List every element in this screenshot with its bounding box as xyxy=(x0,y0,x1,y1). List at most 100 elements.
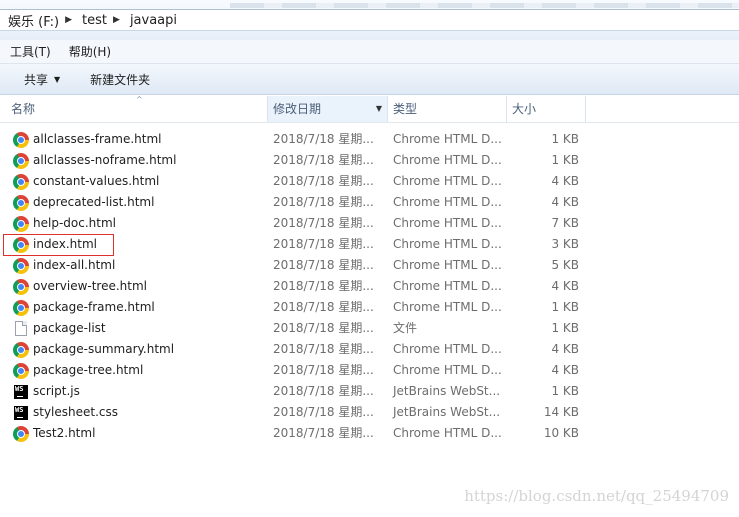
table-row[interactable]: package-tree.html 2018/7/18 星期... Chrome H… xyxy=(0,360,739,381)
file-size: 4 KB xyxy=(551,342,579,356)
address-bar: 娱乐 (F:) ▶ test ▶ javaapi xyxy=(0,0,739,40)
file-date: 2018/7/18 星期... xyxy=(273,237,374,251)
file-date: 2018/7/18 星期... xyxy=(273,258,374,272)
column-header-type-label: 类型 xyxy=(393,102,418,116)
file-type: Chrome HTML D... xyxy=(393,237,502,251)
breadcrumb-javaapi[interactable]: javaapi xyxy=(122,13,181,28)
column-header-date[interactable]: 修改日期 ▼ xyxy=(267,96,388,122)
column-header-size-label: 大小 xyxy=(512,102,537,116)
chrome-icon xyxy=(13,342,29,358)
table-row[interactable]: constant-values.html 2018/7/18 星期... Chrom… xyxy=(0,171,739,192)
file-name: constant-values.html xyxy=(33,174,160,188)
file-date: 2018/7/18 星期... xyxy=(273,279,374,293)
file-date: 2018/7/18 星期... xyxy=(273,342,374,356)
file-name: package-frame.html xyxy=(33,300,155,314)
breadcrumb[interactable]: 娱乐 (F:) ▶ test ▶ javaapi xyxy=(0,9,739,31)
file-type: Chrome HTML D... xyxy=(393,216,502,230)
menu-tools[interactable]: 工具(T) xyxy=(0,43,59,60)
chrome-icon xyxy=(13,300,29,316)
table-row[interactable]: Test2.html 2018/7/18 星期... Chrome HTML D..… xyxy=(0,423,739,444)
file-date: 2018/7/18 星期... xyxy=(273,153,374,167)
file-name: help-doc.html xyxy=(33,216,116,230)
file-name: allclasses-noframe.html xyxy=(33,153,177,167)
chrome-icon xyxy=(13,426,29,442)
table-row[interactable]: package-summary.html 2018/7/18 星期... Chrom… xyxy=(0,339,739,360)
file-size: 5 KB xyxy=(551,258,579,272)
file-name: allclasses-frame.html xyxy=(33,132,162,146)
table-row[interactable]: WS stylesheet.css 2018/7/18 星期... JetBrains… xyxy=(0,402,739,423)
chevron-right-icon[interactable]: ▶ xyxy=(111,15,122,25)
table-row[interactable]: overview-tree.html 2018/7/18 星期... Chrome … xyxy=(0,276,739,297)
share-button[interactable]: 共享 ▼ xyxy=(0,71,74,88)
file-date: 2018/7/18 星期... xyxy=(273,195,374,209)
file-size: 1 KB xyxy=(551,384,579,398)
breadcrumb-test[interactable]: test xyxy=(74,13,111,28)
file-date: 2018/7/18 星期... xyxy=(273,405,374,419)
breadcrumb-drive[interactable]: 娱乐 (F:) xyxy=(0,11,63,30)
share-label: 共享 xyxy=(24,72,49,87)
file-name: package-tree.html xyxy=(33,363,144,377)
menu-bar: 工具(T) 帮助(H) xyxy=(0,40,739,64)
file-type: Chrome HTML D... xyxy=(393,195,502,209)
file-name: stylesheet.css xyxy=(33,405,119,419)
file-name: index.html xyxy=(33,237,97,251)
file-size: 7 KB xyxy=(551,216,579,230)
column-headers: ^ 名称 修改日期 ▼ 类型 大小 xyxy=(0,95,739,123)
chrome-icon xyxy=(13,279,29,295)
file-type: Chrome HTML D... xyxy=(393,258,502,272)
file-size: 1 KB xyxy=(551,321,579,335)
file-size: 14 KB xyxy=(543,405,579,419)
file-size: 1 KB xyxy=(551,153,579,167)
table-row[interactable]: WS script.js 2018/7/18 星期... JetBrains WebS… xyxy=(0,381,739,402)
menu-help[interactable]: 帮助(H) xyxy=(59,43,119,60)
file-type: Chrome HTML D... xyxy=(393,132,502,146)
chrome-icon xyxy=(13,174,29,190)
table-row[interactable]: index.html 2018/7/18 星期... Chrome HTML D..… xyxy=(0,234,739,256)
new-folder-button[interactable]: 新建文件夹 xyxy=(74,71,164,88)
file-size: 1 KB xyxy=(551,300,579,314)
file-type: 文件 xyxy=(393,321,418,335)
file-name: index-all.html xyxy=(33,258,116,272)
table-row[interactable]: allclasses-frame.html 2018/7/18 星期... Chro… xyxy=(0,129,739,150)
column-header-name-label: 名称 xyxy=(11,102,36,116)
file-name: Test2.html xyxy=(33,426,96,440)
blurred-background-strip xyxy=(230,3,739,8)
chrome-icon xyxy=(13,195,29,211)
file-size: 3 KB xyxy=(551,237,579,251)
chrome-icon xyxy=(13,237,29,253)
new-folder-label: 新建文件夹 xyxy=(90,72,151,87)
dropdown-arrow-icon[interactable]: ▼ xyxy=(376,96,382,122)
column-header-date-label: 修改日期 xyxy=(273,102,322,116)
table-row[interactable]: package-list 2018/7/18 星期... 文件 1 KB xyxy=(0,318,739,339)
chrome-icon xyxy=(13,258,29,274)
table-row[interactable]: deprecated-list.html 2018/7/18 星期... Chrom… xyxy=(0,192,739,213)
chrome-icon xyxy=(13,216,29,232)
chevron-right-icon[interactable]: ▶ xyxy=(63,15,74,25)
file-date: 2018/7/18 星期... xyxy=(273,321,374,335)
chrome-icon xyxy=(13,153,29,169)
toolbar: 共享 ▼ 新建文件夹 xyxy=(0,64,739,95)
file-date: 2018/7/18 星期... xyxy=(273,132,374,146)
file-date: 2018/7/18 星期... xyxy=(273,426,374,440)
watermark: https://blog.csdn.net/qq_25494709 xyxy=(464,487,729,505)
file-date: 2018/7/18 星期... xyxy=(273,174,374,188)
table-row[interactable]: package-frame.html 2018/7/18 星期... Chrome … xyxy=(0,297,739,318)
file-name: overview-tree.html xyxy=(33,279,148,293)
file-size: 4 KB xyxy=(551,174,579,188)
column-header-name[interactable]: ^ 名称 xyxy=(6,95,267,122)
file-type: Chrome HTML D... xyxy=(393,426,502,440)
caret-down-icon: ▼ xyxy=(54,74,61,84)
file-size: 1 KB xyxy=(551,132,579,146)
file-name: deprecated-list.html xyxy=(33,195,155,209)
file-size: 4 KB xyxy=(551,363,579,377)
table-row[interactable]: help-doc.html 2018/7/18 星期... Chrome HTML … xyxy=(0,213,739,234)
chrome-icon xyxy=(13,132,29,148)
column-header-type[interactable]: 类型 xyxy=(388,96,507,122)
column-header-size[interactable]: 大小 xyxy=(507,96,586,122)
table-row[interactable]: index-all.html 2018/7/18 星期... Chrome HTML… xyxy=(0,255,739,276)
file-size: 4 KB xyxy=(551,195,579,209)
file-type: JetBrains WebSt... xyxy=(393,384,501,398)
table-row[interactable]: allclasses-noframe.html 2018/7/18 星期... Ch… xyxy=(0,150,739,171)
file-name: package-summary.html xyxy=(33,342,175,356)
chrome-icon xyxy=(13,363,29,379)
